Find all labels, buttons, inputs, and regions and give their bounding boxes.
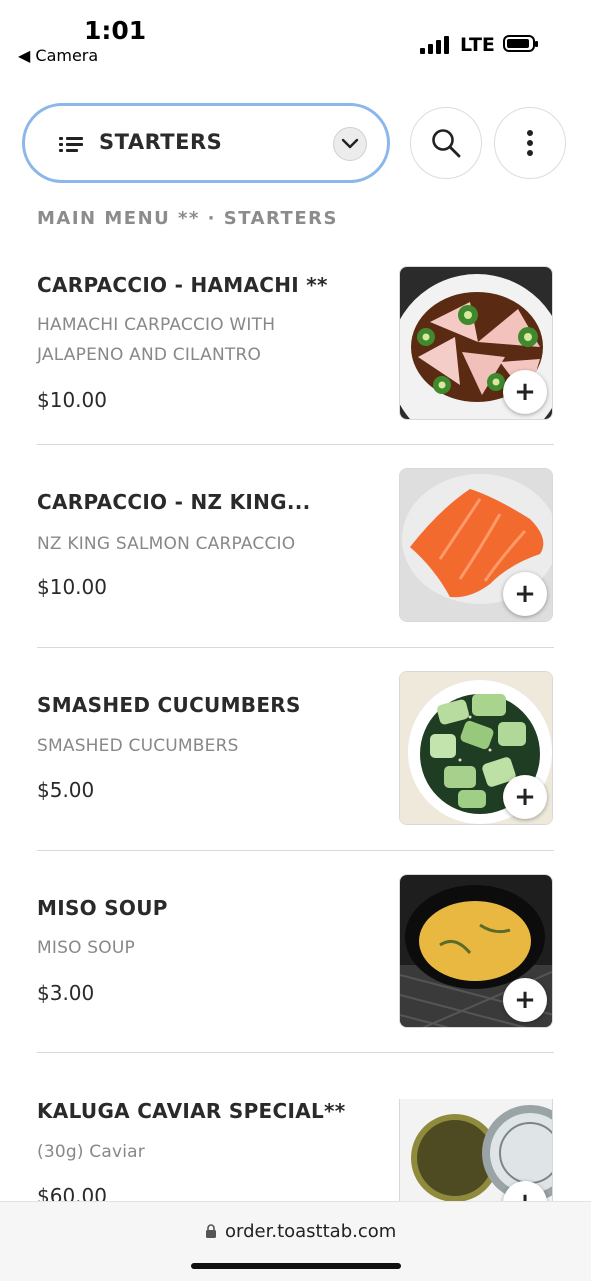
network-type: LTE <box>460 34 495 56</box>
item-name: SMASHED CUCUMBERS <box>37 693 301 717</box>
item-image: + <box>399 266 553 420</box>
menu-category-label: STARTERS <box>99 130 223 154</box>
divider <box>37 647 554 648</box>
battery-icon <box>503 35 538 52</box>
item-name: CARPACCIO - HAMACHI ** <box>37 273 328 297</box>
item-name: CARPACCIO - NZ KING... <box>37 490 311 514</box>
menu-item[interactable]: CARPACCIO - HAMACHI ** HAMACHI CARPACCIO… <box>37 266 554 433</box>
search-icon <box>432 129 461 158</box>
item-description: SMASHED CUCUMBERS <box>37 736 239 756</box>
add-to-cart-button[interactable]: + <box>503 572 547 616</box>
menu-item[interactable]: KALUGA CAVIAR SPECIAL** (30g) Caviar $60… <box>37 1099 554 1201</box>
item-name: KALUGA CAVIAR SPECIAL** <box>37 1099 346 1123</box>
status-time: 1:01 <box>84 16 147 45</box>
breadcrumb: MAIN MENU ** · STARTERS <box>37 208 338 229</box>
add-to-cart-button[interactable]: + <box>503 978 547 1022</box>
item-price: $10.00 <box>37 388 107 412</box>
more-vertical-icon <box>527 130 533 156</box>
chevron-down-icon[interactable] <box>333 127 367 161</box>
item-image: + <box>399 671 553 825</box>
add-to-cart-button[interactable]: + <box>503 370 547 414</box>
list-icon <box>59 137 83 153</box>
item-description: NZ KING SALMON CARPACCIO <box>37 534 296 554</box>
lock-icon <box>206 1224 216 1238</box>
item-image: + <box>399 1099 553 1201</box>
item-description: MISO SOUP <box>37 938 135 958</box>
item-name: MISO SOUP <box>37 896 168 920</box>
plus-icon: + <box>514 782 536 812</box>
plus-icon: + <box>503 1181 547 1201</box>
plus-icon: + <box>514 377 536 407</box>
item-price: $60.00 <box>37 1184 107 1201</box>
item-price: $3.00 <box>37 981 95 1005</box>
item-description: (30g) Caviar <box>37 1142 145 1162</box>
plus-icon: + <box>514 579 536 609</box>
add-to-cart-button[interactable]: + <box>503 1181 547 1201</box>
add-to-cart-button[interactable]: + <box>503 775 547 819</box>
menu-item[interactable]: SMASHED CUCUMBERS SMASHED CUCUMBERS $5.0… <box>37 671 554 843</box>
menu-item[interactable]: CARPACCIO - NZ KING... NZ KING SALMON CA… <box>37 468 554 640</box>
item-image: + <box>399 468 553 622</box>
menu-category-select[interactable]: STARTERS <box>22 103 390 183</box>
home-indicator[interactable] <box>191 1263 401 1269</box>
search-button[interactable] <box>410 107 482 179</box>
more-options-button[interactable] <box>494 107 566 179</box>
browser-url-bar[interactable]: order.toasttab.com <box>0 1201 591 1281</box>
item-price: $5.00 <box>37 778 95 802</box>
divider <box>37 1052 554 1053</box>
plus-icon: + <box>514 985 536 1015</box>
item-price: $10.00 <box>37 575 107 599</box>
url-text: order.toasttab.com <box>225 1221 397 1242</box>
divider <box>37 850 554 851</box>
status-bar: 1:01 ◀ Camera LTE <box>0 0 591 80</box>
item-image: + <box>399 874 553 1028</box>
cellular-signal-icon <box>420 36 450 54</box>
divider <box>37 444 554 445</box>
item-description: HAMACHI CARPACCIO WITH JALAPENO AND CILA… <box>37 315 276 365</box>
menu-item[interactable]: MISO SOUP MISO SOUP $3.00 + <box>37 874 554 1046</box>
back-to-camera-link[interactable]: ◀ Camera <box>18 46 98 65</box>
